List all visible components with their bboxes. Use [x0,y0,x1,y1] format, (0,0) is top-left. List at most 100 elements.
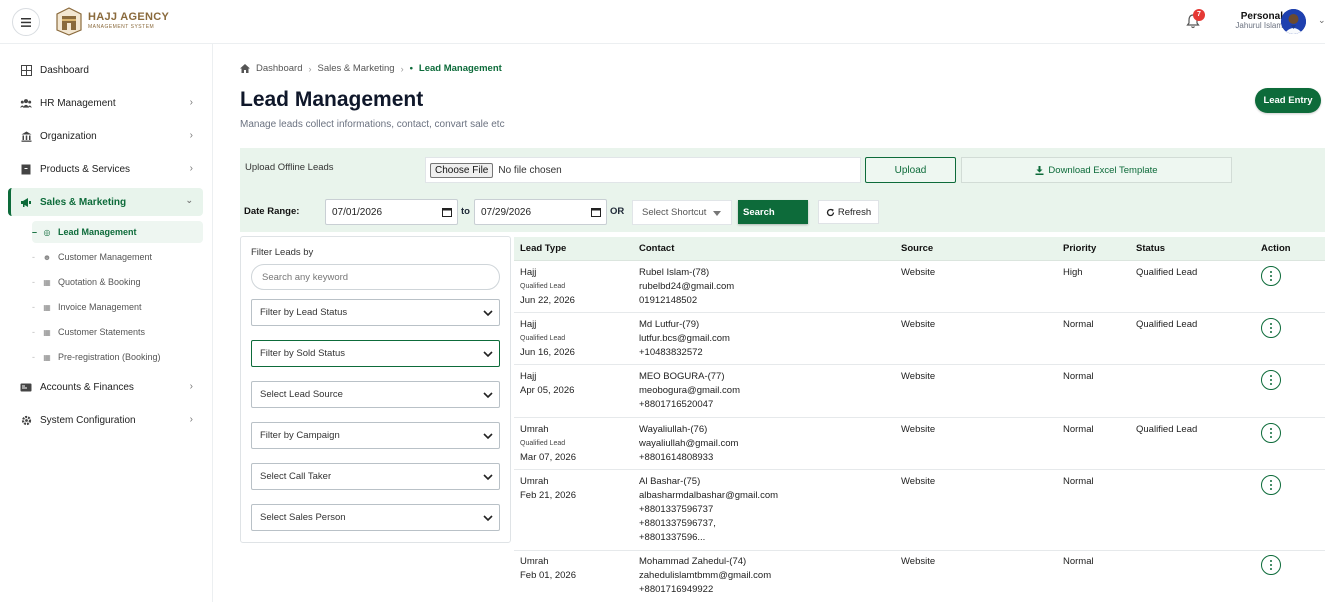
file-input[interactable]: Choose File No file chosen [425,157,861,183]
filter-campaign-select[interactable]: Filter by Campaign [251,422,500,449]
select-lead-source[interactable]: Select Lead Source [251,381,500,408]
row-actions-kebab-icon[interactable] [1261,475,1281,495]
chevron-right-icon: › [189,163,193,174]
contact-name: Mohammad Zahedul-(74) [639,556,747,567]
sidebar-subitem-customer-statements[interactable]: - ▦ Customer Statements [32,321,203,343]
select-value: Select Sales Person [260,512,346,523]
breadcrumb-sales-marketing[interactable]: Sales & Marketing [317,63,394,74]
filter-sold-status-select[interactable]: Filter by Sold Status [251,340,500,367]
priority-cell: Normal [1063,371,1094,382]
select-value: Select Call Taker [260,471,332,482]
filter-lead-status-select[interactable]: Filter by Lead Status [251,299,500,326]
chevron-down-icon [483,392,493,399]
contact-cell: Rubel Islam-(78) rubelbd24@gmail.com 019… [639,266,734,308]
user-info[interactable]: Personal Jahurul Islam [1235,11,1283,31]
upload-offline-leads-label: Upload Offline Leads [245,162,334,173]
tree-dash: - [32,277,35,287]
shortcut-value: Select Shortcut [642,207,707,218]
hamburger-icon [21,17,31,27]
contact-phone: +8801716520047 [639,399,714,410]
column-header-priority: Priority [1063,243,1097,254]
keyword-search-input[interactable]: Search any keyword [251,264,500,290]
user-menu-chevron-down-icon[interactable]: ⌄ [1318,15,1325,26]
source-cell: Website [901,476,936,487]
lead-type: Hajj [520,319,537,330]
doc-icon: ▦ [43,327,51,337]
home-icon[interactable] [240,64,250,73]
app-logo[interactable]: HAJJ AGENCY MANAGEMENT SYSTEM [54,6,169,36]
sidebar-item-products-services[interactable]: Products & Services › [8,155,203,183]
calendar-icon[interactable] [442,207,452,217]
lead-type: Umrah [520,476,549,487]
hamburger-menu-button[interactable] [12,8,40,36]
sidebar-item-label: Products & Services [40,163,131,175]
date-to-input[interactable]: 07/29/2026 [474,199,607,225]
select-shortcut-dropdown[interactable]: Select Shortcut [632,200,732,225]
sidebar-subitem-label: Customer Statements [58,327,146,337]
contact-phone-alt: +8801337596737, [639,518,716,529]
sidebar-item-system-configuration[interactable]: System Configuration › [8,406,203,434]
download-label: Download Excel Template [1048,164,1158,176]
column-header-status: Status [1136,243,1166,254]
contact-name: Md Lutfur-(79) [639,319,700,330]
to-label: to [461,206,470,217]
download-excel-template-button[interactable]: Download Excel Template [961,157,1232,183]
search-button[interactable]: Search [738,200,808,224]
kaaba-logo-icon [56,7,82,36]
gear-icon [20,414,32,426]
chevron-right-icon: › [189,130,193,141]
choose-file-button[interactable]: Choose File [430,162,494,178]
sidebar-item-label: Organization [40,130,97,142]
chevron-down-icon: ⌄ [185,195,193,205]
contact-email: wayaliullah@gmail.com [639,438,739,449]
select-call-taker[interactable]: Select Call Taker [251,463,500,490]
sidebar-item-sales-marketing[interactable]: Sales & Marketing ⌄ [8,188,203,216]
priority-cell: Normal [1063,556,1094,567]
row-actions-kebab-icon[interactable] [1261,370,1281,390]
status-cell: Qualified Lead [1136,424,1198,435]
sidebar-item-accounts-finances[interactable]: Accounts & Finances › [8,373,203,401]
lead-date: Feb 01, 2026 [520,570,576,581]
row-actions-kebab-icon[interactable] [1261,266,1281,286]
sidebar-subitem-invoice-management[interactable]: - ▦ Invoice Management [32,296,203,318]
chevron-down-icon [483,351,493,358]
contact-cell: Wayaliullah-(76) wayaliullah@gmail.com +… [639,423,738,465]
priority-cell: Normal [1063,424,1094,435]
contact-name: MEO BOGURA-(77) [639,371,725,382]
row-actions-kebab-icon[interactable] [1261,423,1281,443]
sidebar-subitem-customer-management[interactable]: - ☻ Customer Management [32,246,203,268]
page-subtitle: Manage leads collect informations, conta… [240,119,505,130]
sidebar-item-organization[interactable]: Organization › [8,122,203,150]
sidebar-subitem-pre-registration[interactable]: - ▦ Pre-registration (Booking) [32,346,203,368]
contact-email: rubelbd24@gmail.com [639,281,735,292]
sidebar-subitem-lead-management[interactable]: – ◎ Lead Management [32,221,203,243]
sidebar-subitem-quotation-booking[interactable]: - ▦ Quotation & Booking [32,271,203,293]
contact-phone: +8801614808933 [639,452,714,463]
upload-button[interactable]: Upload [865,157,956,183]
date-from-input[interactable]: 07/01/2026 [325,199,458,225]
doc-icon: ▦ [43,277,51,287]
lead-type-cell: Hajj Qualified Lead Jun 16, 2026 [520,318,575,360]
caret-down-icon [713,211,721,216]
avatar[interactable] [1281,9,1306,34]
lead-entry-button[interactable]: Lead Entry [1255,88,1321,113]
sidebar-item-dashboard[interactable]: Dashboard [8,56,203,84]
refresh-button[interactable]: Refresh [818,200,879,224]
row-actions-kebab-icon[interactable] [1261,555,1281,575]
lead-date: Feb 21, 2026 [520,490,576,501]
lead-type-cell: Umrah Feb 21, 2026 [520,475,576,503]
box-icon [20,163,32,175]
priority-cell: Normal [1063,476,1094,487]
row-actions-kebab-icon[interactable] [1261,318,1281,338]
breadcrumb-dashboard[interactable]: Dashboard [256,63,302,74]
column-header-action: Action [1261,243,1291,254]
contact-email: lutfur.bcs@gmail.com [639,333,730,344]
sidebar: Dashboard HR Management › Organization ›… [0,44,213,602]
users-icon [20,97,32,109]
refresh-label: Refresh [837,206,872,218]
breadcrumb: Dashboard › Sales & Marketing › • Lead M… [240,63,502,74]
sidebar-item-hr-management[interactable]: HR Management › [8,89,203,117]
calendar-icon[interactable] [591,207,601,217]
select-sales-person[interactable]: Select Sales Person [251,504,500,531]
lead-qualifier: Qualified Lead [520,335,566,342]
